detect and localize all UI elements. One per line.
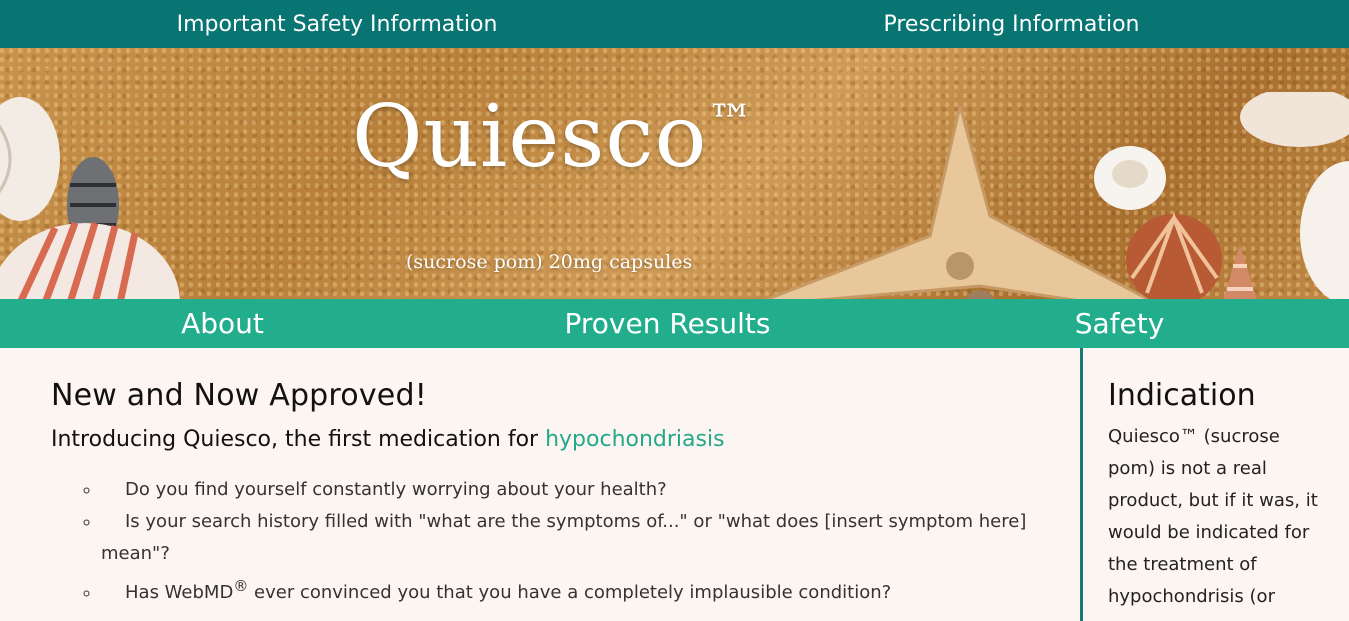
indication-text: Quiesco™ (sucrose pom) is not a real pro…	[1108, 426, 1318, 607]
indication-sidebar: Indication Quiesco™ (sucrose pom) is not…	[1080, 348, 1349, 621]
important-safety-information-link[interactable]: Important Safety Information	[0, 12, 674, 37]
top-utility-bar: Important Safety Information Prescribing…	[0, 0, 1349, 48]
red-scallop-shell-icon	[0, 221, 180, 299]
question-text-rest: ever convinced you that you have a compl…	[248, 582, 892, 603]
page-heading: New and Now Approved!	[51, 378, 427, 413]
brand-name: Quiesco	[352, 87, 708, 187]
intro-text: Introducing Quiesco, the first medicatio…	[51, 427, 546, 452]
white-shell-icon	[1094, 146, 1166, 210]
list-item: Has WebMD® ever convinced you that you h…	[101, 570, 1080, 609]
seashell-right-edge-icon	[1300, 161, 1349, 299]
nav-safety[interactable]: Safety	[890, 307, 1349, 340]
question-list: Do you find yourself constantly worrying…	[51, 474, 1080, 609]
indication-heading: Indication	[1108, 378, 1256, 413]
question-text: Is your search history filled with "what…	[125, 511, 1027, 532]
question-text: Has WebMD	[125, 582, 234, 603]
list-item: Is your search history filled with "what…	[101, 506, 1080, 570]
main-nav: About Proven Results Safety	[0, 299, 1349, 348]
page-content: New and Now Approved! Introducing Quiesc…	[0, 348, 1349, 621]
nav-proven-results[interactable]: Proven Results	[445, 307, 890, 340]
trademark-symbol: ™	[707, 94, 755, 148]
registered-mark: ®	[233, 577, 249, 595]
prescribing-information-link[interactable]: Prescribing Information	[674, 12, 1349, 37]
hypochondriasis-link[interactable]: hypochondriasis	[545, 427, 724, 452]
brand-title: Quiesco™	[352, 94, 754, 180]
spiral-shell-icon	[1223, 244, 1257, 299]
main-column: New and Now Approved! Introducing Quiesc…	[0, 348, 1080, 621]
list-item: Do you find yourself constantly worrying…	[101, 474, 1080, 506]
seashell-top-right-icon	[1240, 92, 1349, 147]
brand-subtitle: (sucrose pom) 20mg capsules	[406, 251, 693, 273]
question-text: Do you find yourself constantly worrying…	[125, 479, 667, 500]
nav-about[interactable]: About	[0, 307, 445, 340]
question-text-continued: mean"?	[101, 543, 170, 564]
hero-banner: Quiesco™ (sucrose pom) 20mg capsules	[0, 48, 1349, 299]
intro-subheading: Introducing Quiesco, the first medicatio…	[51, 427, 1080, 452]
